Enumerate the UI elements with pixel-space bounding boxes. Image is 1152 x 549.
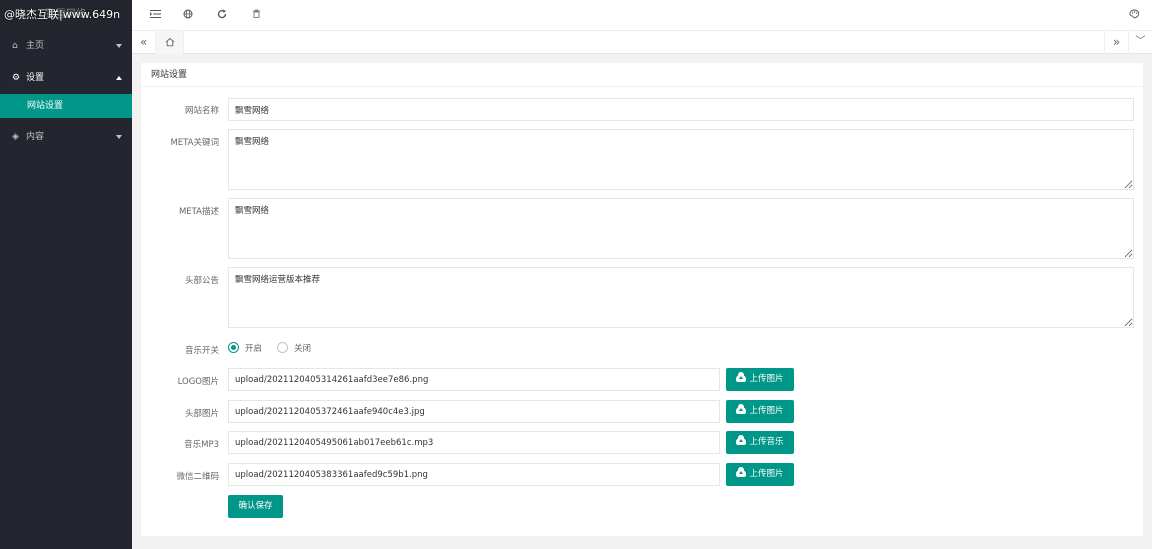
logo-path-input[interactable] (228, 368, 720, 391)
meta-keywords-textarea[interactable]: 飘雪网络 (228, 129, 1134, 190)
gear-icon: ⚙ (12, 73, 21, 83)
cloud-upload-icon (736, 435, 747, 445)
sidebar-item-label: 设置 (26, 73, 45, 83)
sidebar-item-label: 主页 (26, 41, 45, 51)
diamond-icon: ◈ (12, 132, 19, 142)
menu-toggle-icon[interactable] (149, 9, 161, 21)
header-image-label: 头部图片 (184, 409, 219, 419)
site-name-label: 网站名称 (184, 106, 219, 116)
palette-icon[interactable] (1128, 9, 1140, 21)
upload-header-image-button[interactable]: 上传图片 (726, 400, 794, 423)
button-label: 上传图片 (749, 374, 784, 384)
cloud-upload-icon (736, 467, 747, 477)
sidebar-item-home[interactable]: ⌂ 主页 (0, 30, 132, 62)
button-label: 上传图片 (749, 469, 784, 479)
cloud-upload-icon (736, 372, 747, 382)
card-title: 网站设置 (141, 63, 1143, 87)
upload-logo-button[interactable]: 上传图片 (726, 368, 794, 391)
music-off-radio[interactable]: 关闭 (277, 342, 311, 356)
upload-wechat-qr-button[interactable]: 上传图片 (726, 463, 794, 486)
tab-menu-chevron-down-icon[interactable]: ﹀ (1128, 31, 1152, 54)
announcement-textarea[interactable]: 飘雪网络运营版本推荐 (228, 267, 1134, 328)
header-image-path-input[interactable] (228, 400, 720, 423)
wechat-qr-path-input[interactable] (228, 463, 720, 486)
tab-scroll-left-icon[interactable]: « (132, 31, 156, 54)
watermark: @晓杰互联|www.649n (4, 8, 121, 21)
site-name-input[interactable] (228, 98, 1134, 121)
meta-description-textarea[interactable]: 飘雪网络 (228, 198, 1134, 259)
logo: 飘雪网络 @晓杰互联|www.649n (0, 0, 132, 30)
button-label: 上传音乐 (749, 437, 784, 447)
trash-icon[interactable] (250, 9, 262, 21)
sidebar-item-label: 网站设置 (27, 101, 64, 111)
home-icon (165, 37, 174, 47)
music-switch-label: 音乐开关 (184, 346, 219, 356)
tabs-bar: « » ﹀ (132, 30, 1152, 54)
radio-label: 关闭 (294, 344, 312, 354)
sidebar-item-settings[interactable]: ⚙ 设置 (0, 62, 132, 94)
radio-unchecked-icon (277, 342, 288, 353)
music-mp3-path-input[interactable] (228, 431, 720, 454)
top-header (132, 0, 1152, 30)
chevron-down-icon (116, 44, 122, 48)
chevron-down-icon (116, 135, 122, 139)
sidebar: 飘雪网络 @晓杰互联|www.649n ⌂ 主页 ⚙ 设置 网站设置 ◈ 内容 (0, 0, 132, 549)
tab-home[interactable] (156, 31, 184, 54)
tab-scroll-right-icon[interactable]: » (1104, 31, 1128, 54)
cloud-upload-icon (736, 404, 747, 414)
meta-keywords-label: META关键词 (170, 138, 219, 148)
home-icon: ⌂ (12, 41, 18, 51)
sidebar-nav: ⌂ 主页 ⚙ 设置 网站设置 ◈ 内容 (0, 30, 132, 153)
button-label: 上传图片 (749, 406, 784, 416)
music-on-radio[interactable]: 开启 (228, 342, 262, 356)
music-mp3-label: 音乐MP3 (184, 440, 219, 450)
radio-checked-icon (228, 342, 239, 353)
sidebar-item-site-settings[interactable]: 网站设置 (0, 94, 132, 118)
wechat-qr-label: 微信二维码 (176, 472, 219, 482)
logo-label: LOGO图片 (177, 377, 219, 387)
refresh-icon[interactable] (216, 9, 228, 21)
save-button[interactable]: 确认保存 (228, 495, 283, 518)
radio-label: 开启 (245, 344, 263, 354)
upload-music-button[interactable]: 上传音乐 (726, 431, 794, 454)
sidebar-item-content[interactable]: ◈ 内容 (0, 121, 132, 153)
announcement-label: 头部公告 (184, 276, 219, 286)
globe-icon[interactable] (182, 9, 194, 21)
meta-description-label: META描述 (178, 207, 219, 217)
sidebar-item-label: 内容 (26, 132, 45, 142)
chevron-up-icon (116, 76, 122, 80)
